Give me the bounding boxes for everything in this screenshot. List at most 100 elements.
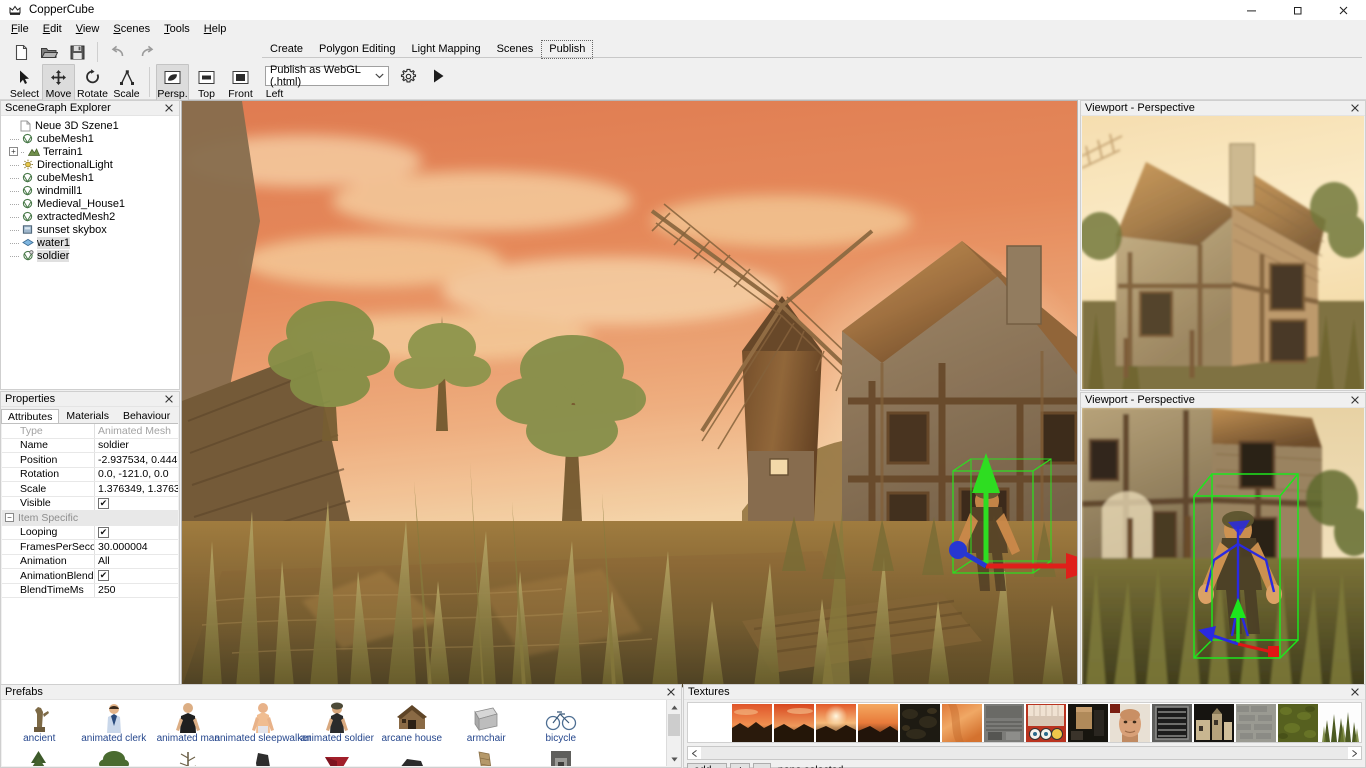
close-button[interactable]: [1320, 0, 1366, 20]
property-value[interactable]: 250: [95, 584, 178, 598]
tree-item-sunset-skybox[interactable]: ····· sunset skybox: [1, 223, 179, 236]
property-row-scale[interactable]: Scale 1.376349, 1.376349, 1.: [2, 482, 178, 497]
tab-materials[interactable]: Materials: [59, 408, 116, 423]
property-row-name[interactable]: Name soldier: [2, 439, 178, 454]
prefab-item-blackrock1[interactable]: blackrock1: [226, 749, 301, 766]
tree-item-terrain1[interactable]: + ·· Terrain1: [1, 145, 179, 158]
property-value[interactable]: All: [95, 555, 178, 569]
menu-view[interactable]: View: [69, 21, 107, 37]
menu-tools[interactable]: Tools: [157, 21, 197, 37]
menu-file[interactable]: FFileile: [4, 21, 36, 37]
prefab-item-billboard-tree2[interactable]: billboard tree2: [77, 749, 152, 766]
property-value[interactable]: soldier: [95, 439, 178, 453]
tree-item-directionallight[interactable]: ····· DirectionalLight: [1, 158, 179, 171]
prefab-item-bench[interactable]: bench: [449, 749, 524, 766]
tree-item-cubeMesh1-b[interactable]: ····· cubeMesh1: [1, 171, 179, 184]
texture-grate[interactable]: [1152, 704, 1192, 742]
publish-target-select[interactable]: Publish as WebGL (.html): [265, 66, 389, 86]
tool-move[interactable]: Move: [42, 64, 75, 101]
add-texture-button[interactable]: add...: [687, 763, 727, 768]
property-value[interactable]: 1.376349, 1.376349, 1.: [95, 482, 178, 496]
property-value[interactable]: -2.937534, 0.444637, -: [95, 453, 178, 467]
scroll-right-icon[interactable]: [1348, 747, 1361, 759]
tool-scale[interactable]: Scale: [110, 64, 143, 101]
menu-scenes[interactable]: Scenes: [106, 21, 157, 37]
open-file-icon[interactable]: [36, 40, 62, 64]
tree-item-cubeMesh1-a[interactable]: ····· cubeMesh1: [1, 132, 179, 145]
property-value[interactable]: 0.0, -121.0, 0.0: [95, 468, 178, 482]
prefab-item-arcane-house[interactable]: arcane house: [375, 702, 450, 749]
texture-sunset-skybox-2[interactable]: [774, 704, 814, 742]
tree-item-soldier[interactable]: ····· soldier: [1, 249, 179, 262]
textures-scroll-track[interactable]: [701, 747, 1348, 759]
prefabs-scroll-area[interactable]: ancient animated clerk: [2, 700, 666, 766]
property-row-rotation[interactable]: Rotation 0.0, -121.0, 0.0: [2, 468, 178, 483]
prefab-item-billboard-tree3[interactable]: billboard tree3: [151, 749, 226, 766]
prefab-item-billboard-tree1[interactable]: billboard tree1: [2, 749, 77, 766]
scroll-up-icon[interactable]: [667, 700, 680, 714]
save-file-icon[interactable]: [64, 40, 90, 64]
texture-dark-rock[interactable]: [900, 704, 940, 742]
animationblending-checkbox[interactable]: ✔: [98, 570, 109, 581]
view-front[interactable]: Front: [224, 64, 257, 101]
texture-sunset-skybox-3[interactable]: [816, 704, 856, 742]
close-icon[interactable]: [664, 685, 678, 699]
property-section-item-specific[interactable]: − Item Specific: [2, 511, 178, 526]
prefab-item-armchair[interactable]: armchair: [449, 702, 524, 749]
prefab-item-animated-sleepwalker[interactable]: animated sleepwalker: [226, 702, 301, 749]
tab-attributes[interactable]: Attributes: [1, 409, 59, 424]
close-icon[interactable]: [162, 392, 176, 406]
tree-item-extractedmesh2[interactable]: ····· extractedMesh2: [1, 210, 179, 223]
publish-settings-button[interactable]: [397, 65, 419, 87]
scenegraph-tree[interactable]: Neue 3D Szene1 ····· cubeMesh1 + ··: [1, 116, 179, 389]
tree-root-node[interactable]: Neue 3D Szene1: [1, 119, 179, 132]
prefab-item-ancient[interactable]: ancient: [2, 702, 77, 749]
scroll-left-icon[interactable]: [688, 747, 701, 759]
close-icon[interactable]: [1348, 393, 1362, 407]
prefab-item-darkrock[interactable]: darkrock: [375, 749, 450, 766]
minus-box-icon[interactable]: −: [5, 513, 14, 522]
prefab-item-boulder[interactable]: boulder: [300, 749, 375, 766]
tree-item-water1[interactable]: ····· water1: [1, 236, 179, 249]
increase-texture-button[interactable]: +: [730, 763, 750, 768]
texture-wood-crate[interactable]: [1068, 704, 1108, 742]
property-row-visible[interactable]: Visible ✔: [2, 497, 178, 512]
texture-grass-ground[interactable]: [1278, 704, 1318, 742]
textures-horizontal-scrollbar[interactable]: [687, 746, 1362, 760]
visible-checkbox[interactable]: ✔: [98, 498, 109, 509]
viewport-top-canvas[interactable]: [1082, 116, 1364, 389]
new-file-icon[interactable]: [8, 40, 34, 64]
view-perspective[interactable]: Persp.: [156, 64, 189, 101]
decrease-texture-button[interactable]: -: [753, 763, 771, 768]
tool-select[interactable]: Select: [8, 64, 41, 101]
texture-soldier-face[interactable]: [1110, 704, 1150, 742]
tool-rotate[interactable]: Rotate: [76, 64, 109, 101]
property-row-animation[interactable]: Animation All: [2, 555, 178, 570]
property-value[interactable]: 30.000004: [95, 540, 178, 554]
textures-strip[interactable]: [687, 702, 1362, 743]
prefab-item-bicycle[interactable]: bicycle: [524, 702, 599, 749]
tree-item-medieval-house1[interactable]: ····· Medieval_House1: [1, 197, 179, 210]
prefabs-vertical-scrollbar[interactable]: [666, 700, 680, 766]
texture-metal-panel[interactable]: [984, 704, 1024, 742]
scroll-down-icon[interactable]: [667, 752, 680, 766]
undo-icon[interactable]: [105, 40, 131, 64]
property-row-blendtimems[interactable]: BlendTimeMs 250: [2, 584, 178, 599]
main-viewport-canvas[interactable]: [182, 101, 1077, 687]
prefab-item-corridor[interactable]: corridor: [524, 749, 599, 766]
texture-teeth-face[interactable]: [1026, 704, 1066, 742]
redo-icon[interactable]: [133, 40, 159, 64]
publish-run-button[interactable]: [427, 65, 449, 87]
expand-plus-icon[interactable]: +: [9, 147, 18, 156]
tab-behaviour[interactable]: Behaviour: [116, 408, 177, 423]
maximize-button[interactable]: [1274, 0, 1320, 20]
close-icon[interactable]: [162, 101, 176, 115]
looping-checkbox[interactable]: ✔: [98, 527, 109, 538]
prefabs-scroll-thumb[interactable]: [668, 714, 680, 736]
prefab-item-animated-soldier[interactable]: animated soldier: [300, 702, 375, 749]
tree-item-windmill1[interactable]: ····· windmill1: [1, 184, 179, 197]
prefab-item-animated-clerk[interactable]: animated clerk: [77, 702, 152, 749]
texture-stone-wall[interactable]: [1236, 704, 1276, 742]
close-icon[interactable]: [1348, 685, 1362, 699]
property-row-position[interactable]: Position -2.937534, 0.444637, -: [2, 453, 178, 468]
